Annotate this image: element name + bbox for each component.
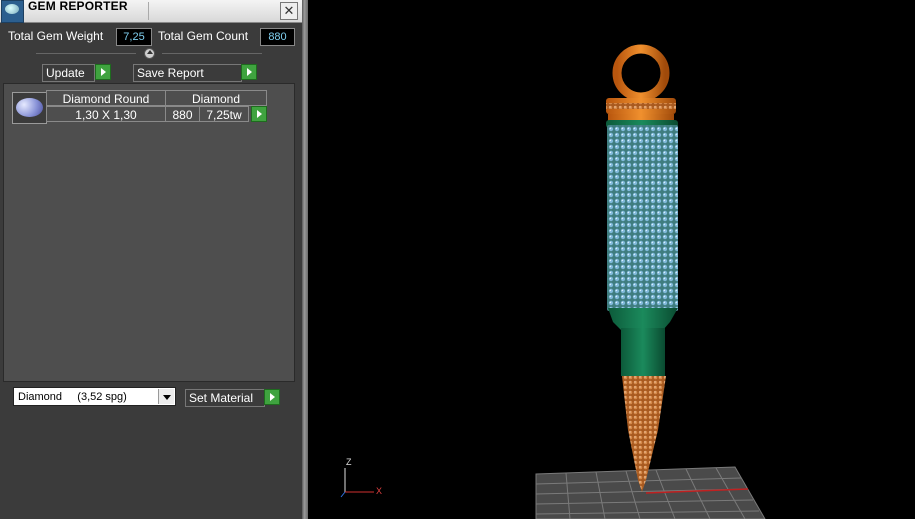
axis-x-label: X — [376, 486, 383, 496]
gem-list: Diamond Round Diamond 1,30 X 1,30 880 7,… — [3, 83, 295, 382]
pave-cylinder — [607, 125, 678, 311]
save-report-go-button[interactable] — [241, 64, 257, 80]
total-weight-value: 7,25 — [116, 28, 152, 46]
gem-size: 1,30 X 1,30 — [46, 106, 166, 122]
pendant-model — [340, 44, 766, 519]
axis-gizmo — [340, 468, 374, 498]
update-go-button[interactable] — [95, 64, 111, 80]
bail-ring — [612, 44, 670, 102]
chevron-down-icon[interactable] — [158, 389, 174, 404]
set-material-button[interactable]: Set Material — [185, 389, 265, 407]
axis-z-label: Z — [346, 457, 352, 467]
gem-material-header: Diamond — [165, 90, 267, 106]
total-weight-label: Total Gem Weight — [8, 29, 104, 43]
total-count-value: 880 — [260, 28, 295, 46]
save-report-button[interactable]: Save Report — [133, 64, 242, 82]
gem-row-go-button[interactable] — [251, 106, 267, 122]
material-select-value: Diamond (3,52 spg) — [18, 391, 127, 403]
collapse-icon[interactable] — [144, 48, 155, 59]
gem-thumbnail[interactable] — [12, 92, 47, 124]
gem-count: 880 — [165, 106, 200, 122]
gem-weight: 7,25tw — [199, 106, 249, 122]
update-button[interactable]: Update — [42, 64, 95, 82]
set-material-go-button[interactable] — [264, 389, 280, 405]
material-select[interactable]: Diamond (3,52 spg) — [13, 387, 176, 406]
floor-grid — [535, 466, 766, 519]
panel-titlebar: GEM REPORTER ✕ — [0, 0, 302, 23]
total-count-label: Total Gem Count — [158, 29, 249, 43]
panel-title: GEM REPORTER — [28, 0, 128, 13]
close-icon[interactable]: ✕ — [280, 2, 298, 20]
gem-shape-header: Diamond Round — [46, 90, 166, 106]
app-icon — [1, 0, 24, 23]
green-shaft — [621, 328, 665, 376]
gem-reporter-panel: GEM REPORTER ✕ Total Gem Weight 7,25 Tot… — [0, 0, 302, 519]
3d-viewport[interactable]: Z X — [308, 0, 915, 519]
